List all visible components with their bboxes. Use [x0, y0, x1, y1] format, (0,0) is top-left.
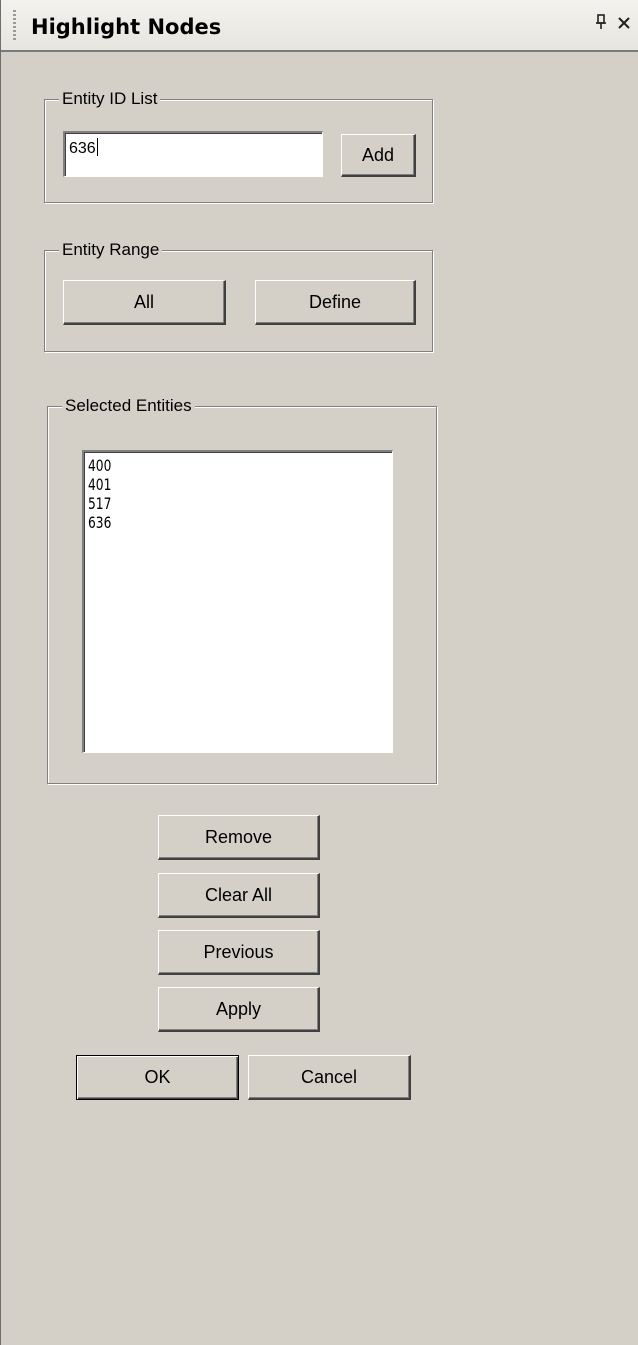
list-item[interactable]: 401 [88, 475, 343, 494]
drag-grip-handle[interactable] [13, 10, 16, 42]
list-item[interactable]: 400 [88, 456, 343, 475]
pin-icon[interactable] [595, 14, 607, 34]
all-button[interactable]: All [63, 280, 226, 325]
entity-range-legend: Entity Range [59, 240, 163, 260]
remove-button[interactable]: Remove [158, 815, 320, 860]
text-caret [96, 138, 98, 156]
panel-title: Highlight Nodes [31, 15, 222, 39]
ok-button[interactable]: OK [76, 1055, 239, 1100]
selected-entities-listbox[interactable]: 400 401 517 636 [82, 450, 393, 753]
clear-all-button[interactable]: Clear All [158, 873, 320, 918]
entity-id-list-legend: Entity ID List [59, 89, 161, 109]
list-item[interactable]: 636 [88, 513, 343, 532]
define-button[interactable]: Define [255, 280, 416, 325]
panel-titlebar: Highlight Nodes [1, 0, 638, 52]
entity-id-input-value: 636 [69, 140, 96, 157]
previous-button[interactable]: Previous [158, 930, 320, 975]
selected-entities-legend: Selected Entities [62, 396, 195, 416]
close-icon[interactable] [617, 14, 631, 34]
list-item[interactable]: 517 [88, 494, 343, 513]
entity-id-input[interactable]: 636 [63, 131, 323, 177]
titlebar-controls [595, 14, 631, 34]
cancel-button[interactable]: Cancel [248, 1055, 411, 1100]
add-button[interactable]: Add [341, 134, 416, 177]
apply-button[interactable]: Apply [158, 987, 320, 1032]
highlight-nodes-panel: Highlight Nodes Entity ID List 636 Add E… [0, 0, 638, 1345]
